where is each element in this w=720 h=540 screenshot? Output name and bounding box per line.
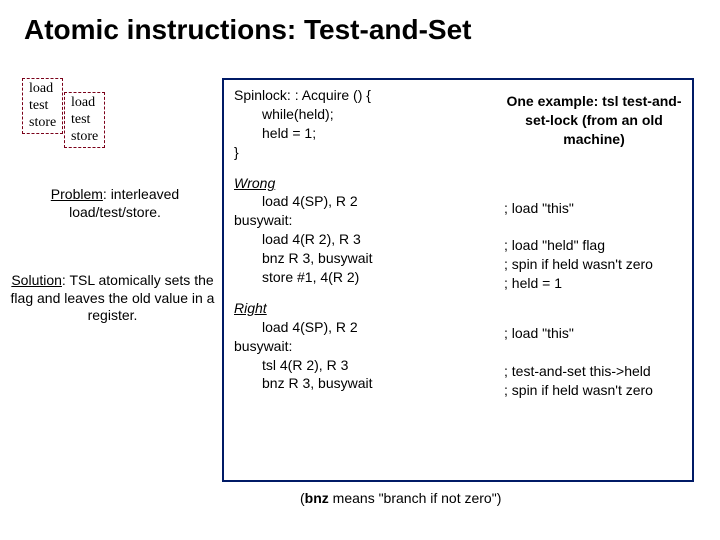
code-line: while(held);	[234, 105, 373, 124]
comment: ; held = 1	[504, 274, 694, 293]
op-load: load	[29, 81, 56, 98]
asm-line: load 4(SP), R 2	[234, 192, 373, 211]
asm-line: load 4(SP), R 2	[234, 318, 373, 337]
right-header: Right	[234, 299, 373, 318]
op-test: test	[29, 98, 56, 115]
op-load: load	[71, 95, 98, 112]
comment: ; test-and-set this->held	[504, 362, 694, 381]
comment: ; load "this"	[504, 199, 694, 218]
code-column: Spinlock: : Acquire () { while(held); he…	[234, 86, 373, 393]
bnz-keyword: bnz	[305, 490, 329, 506]
example-note: One example: tsl test-and-set-lock (from…	[504, 92, 684, 149]
footnote-tail: means "branch if not zero")	[329, 490, 502, 506]
comment: ; spin if held wasn't zero	[504, 255, 694, 274]
op-test: test	[71, 112, 98, 129]
asm-line: bnz R 3, busywait	[234, 249, 373, 268]
op-store: store	[29, 115, 56, 132]
slide-title: Atomic instructions: Test-and-Set	[0, 0, 720, 46]
solution-caption: Solution: TSL atomically sets the flag a…	[10, 272, 215, 325]
thread1-ops-box: load test store	[22, 78, 63, 134]
asm-line: bnz R 3, busywait	[234, 374, 373, 393]
footnote: (bnz means "branch if not zero")	[300, 490, 501, 506]
asm-line: load 4(R 2), R 3	[234, 230, 373, 249]
wrong-header: Wrong	[234, 174, 373, 193]
code-line: held = 1;	[234, 124, 373, 143]
thread2-ops-box: load test store	[64, 92, 105, 148]
problem-label: Problem	[51, 186, 103, 202]
code-close: }	[234, 143, 373, 162]
problem-caption: Problem: interleaved load/test/store.	[30, 186, 200, 221]
solution-label: Solution	[11, 272, 62, 288]
comment: ; load "held" flag	[504, 236, 694, 255]
code-signature: Spinlock: : Acquire () {	[234, 86, 373, 105]
comment: ; spin if held wasn't zero	[504, 381, 694, 400]
busywait-label: busywait:	[234, 337, 373, 356]
comment: ; load "this"	[504, 324, 694, 343]
asm-line: tsl 4(R 2), R 3	[234, 356, 373, 375]
op-store: store	[71, 129, 98, 146]
asm-line: store #1, 4(R 2)	[234, 268, 373, 287]
busywait-label: busywait:	[234, 211, 373, 230]
code-panel: Spinlock: : Acquire () { while(held); he…	[222, 78, 694, 482]
